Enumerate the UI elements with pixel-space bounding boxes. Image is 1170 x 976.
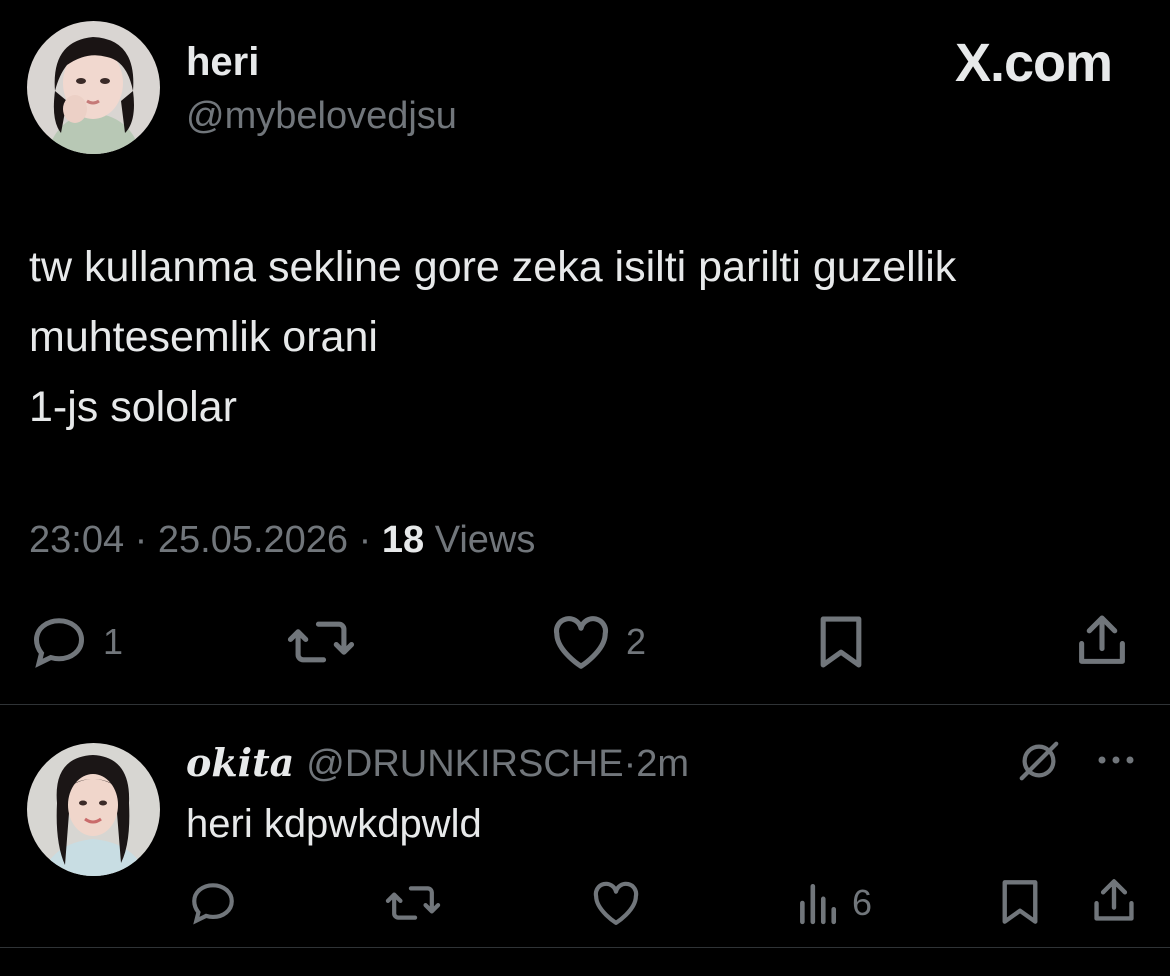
reply-views-count: 6 <box>852 882 873 923</box>
tweet-text-line: muhtesemlik orani <box>29 313 378 361</box>
bookmark-button[interactable] <box>815 614 867 670</box>
reply-retweet-button[interactable] <box>384 880 442 926</box>
reply-separator: · <box>623 743 637 785</box>
heart-icon <box>553 616 609 669</box>
reply-icon <box>192 883 234 925</box>
x-com-watermark: X.com <box>954 33 1113 93</box>
meta-separator: · <box>358 519 372 561</box>
more-options-icon <box>1098 756 1134 764</box>
reply-reply-button[interactable] <box>188 880 238 926</box>
more-options-button[interactable] <box>1094 748 1138 777</box>
like-button[interactable]: 2 <box>550 614 646 670</box>
retweet-icon <box>287 621 355 663</box>
grok-button[interactable] <box>1016 738 1062 789</box>
analytics-icon <box>800 883 837 925</box>
reply-header: okita @DRUNKIRSCHE·2m <box>186 740 689 787</box>
tweet-metadata: 23:04 · 25.05.2026 · 18 Views <box>29 517 535 563</box>
tweet-text-line: 1-js sololar <box>29 383 237 431</box>
retweet-button[interactable] <box>286 614 356 670</box>
views-label: Views <box>434 519 536 561</box>
grok-icon <box>1019 741 1059 781</box>
tweet-time[interactable]: 23:04 <box>29 519 124 561</box>
reply-button[interactable]: 1 <box>29 614 123 670</box>
views-count: 18 <box>381 519 425 561</box>
retweet-icon <box>385 886 441 920</box>
reply-author-avatar[interactable] <box>27 743 160 876</box>
reply-share-button[interactable] <box>1090 876 1138 926</box>
reply-author-display-name[interactable]: okita <box>186 740 294 785</box>
tweet-text: tw kullanma sekline gore zeka isilti par… <box>29 232 1144 442</box>
reply-text: heri kdpwkdpwld <box>186 802 482 846</box>
reply-count: 1 <box>103 621 124 662</box>
heart-icon <box>593 881 639 925</box>
author-handle[interactable]: @mybelovedjsu <box>186 94 457 138</box>
like-count: 2 <box>626 621 647 662</box>
divider <box>0 704 1170 705</box>
reply-author-handle[interactable]: @DRUNKIRSCHE <box>306 743 623 785</box>
tweet-date[interactable]: 25.05.2026 <box>158 519 348 561</box>
author-avatar[interactable] <box>27 21 160 154</box>
reply-like-button[interactable] <box>590 880 642 926</box>
tweet-text-line: tw kullanma sekline gore zeka isilti par… <box>29 243 957 291</box>
bookmark-icon <box>820 616 862 668</box>
reply-icon <box>33 618 85 668</box>
share-icon <box>1079 615 1125 664</box>
reply-time[interactable]: 2m <box>636 743 689 785</box>
author-display-name[interactable]: heri <box>186 38 259 86</box>
reply-bookmark-button[interactable] <box>997 878 1043 926</box>
share-icon <box>1094 879 1134 921</box>
share-button[interactable] <box>1074 612 1130 670</box>
reply-views-button[interactable]: 6 <box>796 880 872 926</box>
bookmark-icon <box>1002 880 1038 924</box>
meta-separator: · <box>134 519 148 561</box>
divider <box>0 947 1170 948</box>
